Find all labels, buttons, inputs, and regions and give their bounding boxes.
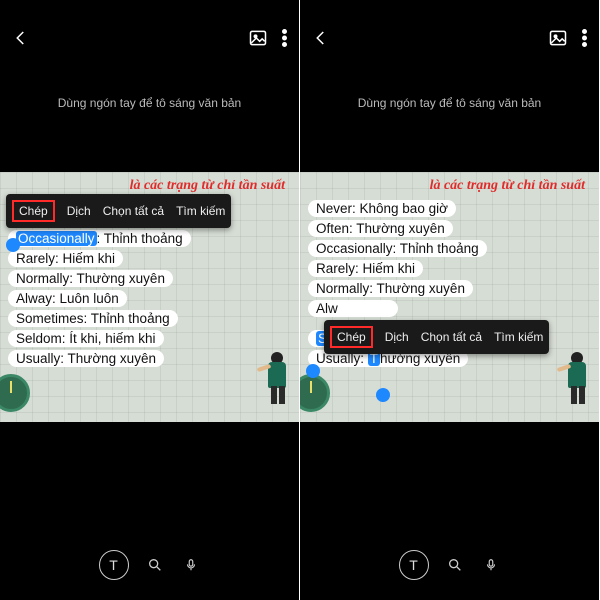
mic-icon[interactable]: [181, 555, 201, 575]
selection-handle-start[interactable]: [6, 238, 20, 252]
text-line[interactable]: Never: Không bao giờ: [308, 200, 456, 217]
highlighted-word: Occasionally: [16, 231, 97, 246]
menu-copy[interactable]: Chép: [330, 326, 373, 348]
text-line[interactable]: Rarely: Hiếm khi: [8, 250, 123, 267]
search-icon[interactable]: [445, 555, 465, 575]
more-icon[interactable]: [582, 29, 587, 52]
text-line[interactable]: Sometimes: Thỉnh thoảng: [8, 310, 178, 327]
text-line[interactable]: Normally: Thường xuyên: [8, 270, 173, 287]
caption: là các trạng từ chỉ tần suất: [8, 178, 291, 194]
text-context-menu: Chép Dịch Chọn tất cả Tìm kiếm: [324, 320, 549, 354]
menu-select-all[interactable]: Chọn tất cả: [421, 330, 482, 344]
clock-illustration: [300, 374, 330, 412]
menu-search[interactable]: Tìm kiếm: [176, 204, 225, 218]
menu-translate[interactable]: Dịch: [385, 330, 409, 344]
gallery-icon[interactable]: [548, 28, 568, 53]
mic-icon[interactable]: [481, 555, 501, 575]
bottom-toolbar: T: [0, 550, 299, 580]
ocr-content[interactable]: là các trạng từ chỉ tần suất Never: Khôn…: [300, 172, 599, 422]
text-line[interactable]: Normally: Thường xuyên: [308, 280, 473, 297]
text-line[interactable]: Alw: [308, 300, 398, 317]
menu-copy[interactable]: Chép: [12, 200, 55, 222]
selection-handle-end[interactable]: [376, 388, 390, 402]
text-line[interactable]: Occasionally: Thỉnh thoảng: [308, 240, 487, 257]
clock-illustration: [0, 374, 30, 412]
text-line[interactable]: Rarely: Hiếm khi: [308, 260, 423, 277]
hint-text: Dùng ngón tay để tô sáng văn bản: [300, 96, 599, 110]
menu-search[interactable]: Tìm kiếm: [494, 330, 543, 344]
ocr-content[interactable]: là các trạng từ chỉ tần suất Chép Dịch C…: [0, 172, 299, 422]
hint-text: Dùng ngón tay để tô sáng văn bản: [0, 96, 299, 110]
text-line[interactable]: Seldom: Ít khi, hiếm khi: [8, 330, 164, 347]
text-line[interactable]: Often: Thường xuyên: [308, 220, 453, 237]
app-header: [0, 28, 299, 53]
more-icon[interactable]: [282, 29, 287, 52]
selection-handle-start[interactable]: [306, 364, 320, 378]
text-context-menu: Chép Dịch Chọn tất cả Tìm kiếm: [6, 194, 231, 228]
back-icon[interactable]: [12, 29, 30, 52]
text-line[interactable]: Usually: Thường xuyên: [8, 350, 164, 367]
back-icon[interactable]: [312, 29, 330, 52]
person-illustration: [261, 352, 297, 406]
menu-select-all[interactable]: Chọn tất cả: [103, 204, 164, 218]
caption: là các trạng từ chỉ tần suất: [308, 178, 591, 194]
menu-translate[interactable]: Dịch: [67, 204, 91, 218]
text-line[interactable]: Alway: Luôn luôn: [8, 290, 127, 307]
screenshot-panel-left: Dùng ngón tay để tô sáng văn bản là các …: [0, 0, 300, 600]
text-line[interactable]: Occasionally: Thỉnh thoảng: [8, 230, 191, 247]
screenshot-panel-right: Dùng ngón tay để tô sáng văn bản là các …: [300, 0, 600, 600]
search-icon[interactable]: [145, 555, 165, 575]
bottom-toolbar: T: [300, 550, 599, 580]
text-mode-button[interactable]: T: [399, 550, 429, 580]
app-header: [300, 28, 599, 53]
gallery-icon[interactable]: [248, 28, 268, 53]
person-illustration: [561, 352, 597, 406]
text-mode-button[interactable]: T: [99, 550, 129, 580]
